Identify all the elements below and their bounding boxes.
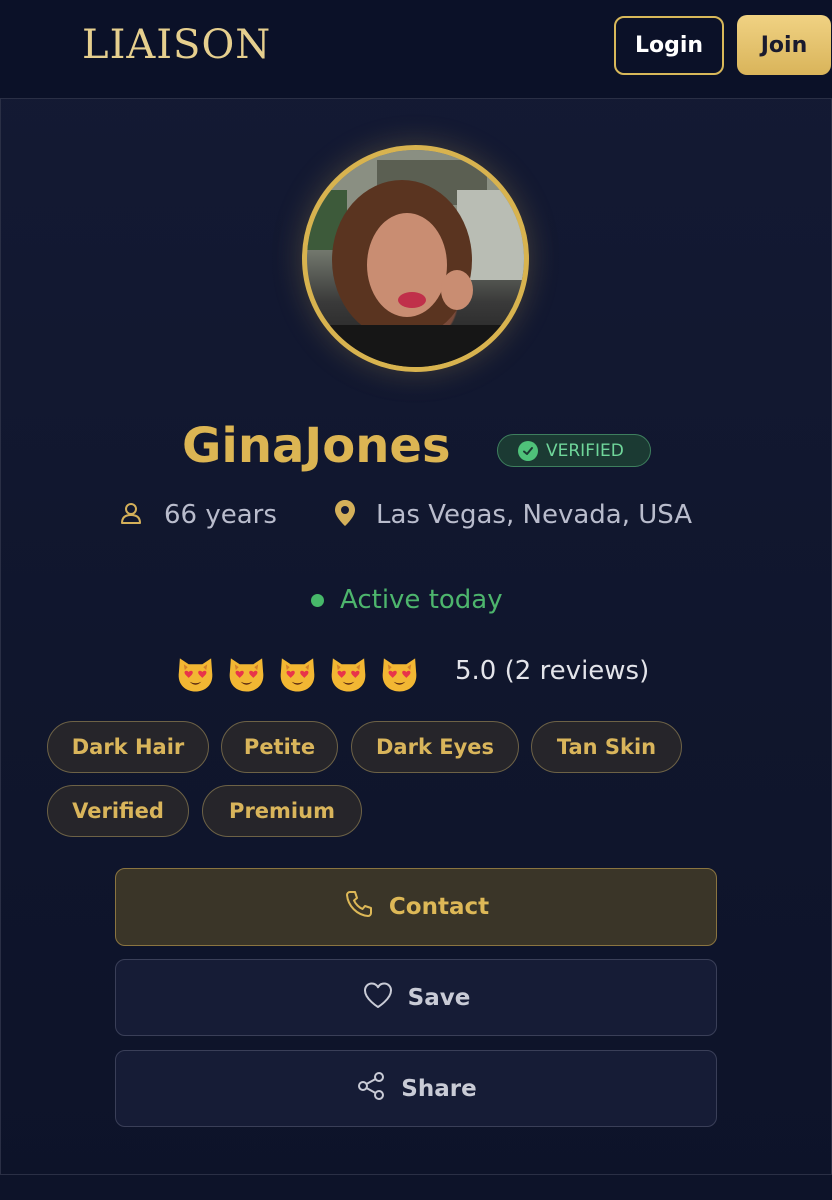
person-icon [118,500,144,530]
contact-button[interactable]: Contact [115,868,717,946]
verified-badge-label: VERIFIED [546,440,624,461]
tag-verified[interactable]: Verified [47,785,189,837]
profile-name: GinaJones [182,418,451,474]
left-border [0,99,1,1174]
avatar-photo [307,150,524,367]
rating-summary[interactable]: 5.0 (2 reviews) [455,656,649,686]
share-button[interactable]: Share [115,1050,717,1127]
footer-divider [0,1174,832,1175]
location-text: Las Vegas, Nevada, USA [376,500,693,530]
join-button[interactable]: Join [737,15,831,75]
tag-tan-skin[interactable]: Tan Skin [531,721,682,773]
phone-icon [343,888,375,926]
activity-status: Active today [311,585,503,615]
login-button[interactable]: Login [614,16,724,75]
share-icon [355,1070,387,1108]
check-circle-icon [518,440,538,461]
tag-dark-hair[interactable]: Dark Hair [47,721,209,773]
heart-eyes-cat-icon [178,658,213,692]
contact-button-label: Contact [388,894,490,920]
age-text: 66 years [164,500,277,530]
heart-eyes-cat-icon [382,658,417,692]
header: LIAISON Login Join [0,0,832,99]
online-dot-icon [311,593,324,607]
activity-status-text: Active today [340,585,503,615]
save-button[interactable]: Save [115,959,717,1036]
share-button-label: Share [401,1075,477,1102]
logo[interactable]: LIAISON [82,22,271,68]
location-pin-icon [332,498,358,532]
heart-eyes-cat-icon [229,658,264,692]
age-info: 66 years [118,497,277,533]
heart-eyes-cat-icon [280,658,315,692]
heart-icon [362,980,394,1016]
tag-petite[interactable]: Petite [221,721,338,773]
profile-avatar[interactable] [302,145,529,372]
verified-badge: VERIFIED [497,434,651,467]
tag-premium[interactable]: Premium [202,785,362,837]
save-button-label: Save [407,984,471,1011]
tag-dark-eyes[interactable]: Dark Eyes [351,721,519,773]
rating-icons [175,652,420,694]
location-info: Las Vegas, Nevada, USA [332,497,692,533]
profile-page: LIAISON Login Join GinaJones VERIFIED 66… [0,0,832,1200]
heart-eyes-cat-icon [331,658,366,692]
